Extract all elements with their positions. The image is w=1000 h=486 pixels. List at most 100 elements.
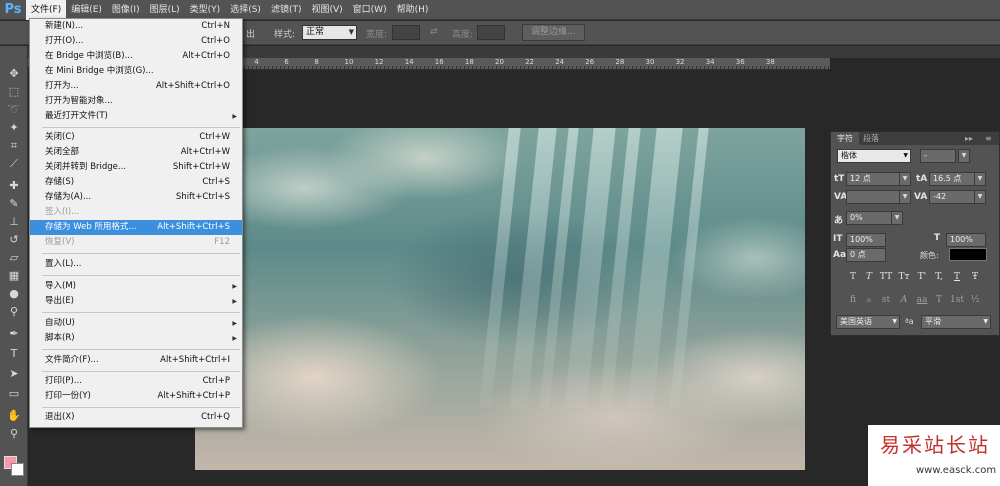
menu-item-print[interactable]: 打印(P)... Ctrl+P — [30, 374, 242, 389]
vertical-scale-input[interactable]: 100% — [846, 233, 886, 247]
strikethrough-button[interactable]: Ŧ — [968, 271, 982, 283]
chevron-down-icon[interactable]: ▼ — [899, 190, 911, 204]
menu-item-close[interactable]: 关闭(C) Ctrl+W — [30, 130, 242, 145]
kerning-input[interactable] — [846, 190, 900, 204]
refine-edge-button[interactable]: 调整边缘... — [522, 24, 585, 41]
faux-bold-button[interactable]: T — [846, 271, 860, 283]
menu-item-recent-files[interactable]: 最近打开文件(T) ▶ — [30, 109, 242, 124]
eraser-tool-icon[interactable]: ▱ — [6, 250, 22, 266]
menu-item-print-one-copy[interactable]: 打印一份(Y) Alt+Shift+Ctrl+P — [30, 389, 242, 404]
menu-item-file-info[interactable]: 文件简介(F)... Alt+Shift+Ctrl+I — [30, 353, 242, 368]
menu-item-save-for-web[interactable]: 存储为 Web 所用格式... Alt+Shift+Ctrl+S — [30, 220, 242, 235]
menu-item-place[interactable]: 置入(L)... — [30, 257, 242, 272]
font-style-select[interactable]: - — [920, 149, 956, 163]
menu-item-new[interactable]: 新建(N)... Ctrl+N — [30, 19, 242, 34]
width-input[interactable] — [392, 25, 420, 40]
menu-item-scripts[interactable]: 脚本(R) ▶ — [30, 331, 242, 346]
collapse-panel-icon[interactable]: ▸▸ — [963, 132, 975, 145]
chevron-down-icon[interactable]: ▼ — [974, 172, 986, 186]
stylistic-alternates-button[interactable]: aa — [915, 294, 929, 306]
brush-tool-icon[interactable]: ✎ — [6, 196, 22, 212]
hand-tool-icon[interactable]: ✋ — [6, 408, 22, 424]
menu-item-open-as[interactable]: 打开为... Alt+Shift+Ctrl+O — [30, 79, 242, 94]
style-select[interactable]: 正常 ▼ — [302, 25, 357, 40]
menu-layer[interactable]: 图层(L) — [145, 0, 185, 20]
small-caps-button[interactable]: Tт — [897, 271, 911, 283]
old-style-button[interactable]: ℴ — [862, 294, 876, 306]
menu-help[interactable]: 帮助(H) — [392, 0, 434, 20]
options-partial-label: 出 — [246, 30, 256, 40]
subscript-button[interactable]: T, — [932, 271, 946, 283]
menu-item-save-as[interactable]: 存储为(A)... Shift+Ctrl+S — [30, 190, 242, 205]
dodge-tool-icon[interactable]: ⚲ — [6, 304, 22, 320]
chevron-down-icon[interactable]: ▼ — [891, 211, 903, 225]
tracking-input[interactable]: -42 — [929, 190, 975, 204]
history-brush-tool-icon[interactable]: ↺ — [6, 232, 22, 248]
tsume-input[interactable]: 0% — [846, 211, 892, 225]
height-input[interactable] — [477, 25, 505, 40]
crop-tool-icon[interactable]: ⌗ — [6, 138, 22, 154]
ligatures-button[interactable]: ﬁ — [846, 294, 860, 306]
chevron-down-icon[interactable]: ▼ — [958, 149, 970, 163]
swap-icon[interactable]: ⇄ — [430, 27, 438, 37]
menu-item-automate[interactable]: 自动(U) ▶ — [30, 316, 242, 331]
blur-tool-icon[interactable]: ● — [6, 286, 22, 302]
underline-button[interactable]: T — [950, 271, 964, 283]
zoom-tool-icon[interactable]: ⚲ — [6, 426, 22, 442]
menu-image[interactable]: 图像(I) — [107, 0, 145, 20]
menu-item-save[interactable]: 存储(S) Ctrl+S — [30, 175, 242, 190]
menu-item-open-smart-object[interactable]: 打开为智能对象... — [30, 94, 242, 109]
menu-separator — [42, 127, 240, 128]
discretionary-ligatures-button[interactable]: st — [879, 294, 893, 306]
faux-italic-button[interactable]: T — [862, 271, 876, 283]
menu-window[interactable]: 窗口(W) — [348, 0, 392, 20]
titling-alternates-button[interactable]: T — [932, 294, 946, 306]
panel-menu-icon[interactable]: ≡ — [983, 132, 994, 145]
clone-stamp-tool-icon[interactable]: ⊥ — [6, 214, 22, 230]
document-canvas[interactable] — [195, 128, 805, 470]
antialias-select[interactable]: 平滑 ▼ — [921, 315, 991, 329]
text-color-swatch[interactable] — [949, 248, 987, 261]
pen-tool-icon[interactable]: ✒ — [6, 326, 22, 342]
rectangle-tool-icon[interactable]: ▭ — [6, 386, 22, 402]
leading-input[interactable]: 16.5 点 — [929, 172, 975, 186]
magic-wand-tool-icon[interactable]: ✦ — [6, 120, 22, 136]
menu-item-export[interactable]: 导出(E) ▶ — [30, 294, 242, 309]
move-tool-icon[interactable]: ✥ — [6, 66, 22, 82]
menu-file[interactable]: 文件(F) — [26, 0, 67, 20]
menu-item-open[interactable]: 打开(O)... Ctrl+O — [30, 34, 242, 49]
ordinals-button[interactable]: 1st — [950, 294, 964, 306]
superscript-button[interactable]: T' — [915, 271, 929, 283]
eyedropper-tool-icon[interactable]: ⟋ — [6, 156, 22, 172]
tab-paragraph[interactable]: 段落 — [857, 132, 885, 145]
baseline-shift-input[interactable]: 0 点 — [846, 248, 886, 262]
chevron-down-icon[interactable]: ▼ — [899, 172, 911, 186]
all-caps-button[interactable]: TT — [879, 271, 893, 283]
fractions-button[interactable]: ½ — [968, 294, 982, 306]
menu-edit[interactable]: 编辑(E) — [66, 0, 107, 20]
menu-item-browse-bridge[interactable]: 在 Bridge 中浏览(B)... Alt+Ctrl+O — [30, 49, 242, 64]
font-family-select[interactable]: 楷体 ▼ — [837, 149, 911, 163]
tab-character[interactable]: 字符 — [831, 132, 859, 145]
swash-button[interactable]: A — [897, 294, 911, 306]
marquee-tool-icon[interactable]: ⬚ — [6, 84, 22, 100]
horizontal-scale-input[interactable]: 100% — [946, 233, 986, 247]
path-selection-tool-icon[interactable]: ➤ — [6, 366, 22, 382]
language-select[interactable]: 美国英语 ▼ — [836, 315, 900, 329]
font-size-input[interactable]: 12 点 — [846, 172, 900, 186]
gradient-tool-icon[interactable]: ▦ — [6, 268, 22, 284]
menu-item-browse-mini-bridge[interactable]: 在 Mini Bridge 中浏览(G)... — [30, 64, 242, 79]
menu-view[interactable]: 视图(V) — [306, 0, 347, 20]
menu-item-close-all[interactable]: 关闭全部 Alt+Ctrl+W — [30, 145, 242, 160]
chevron-down-icon[interactable]: ▼ — [974, 190, 986, 204]
menu-filter[interactable]: 滤镜(T) — [266, 0, 307, 20]
menu-item-close-go-bridge[interactable]: 关闭并转到 Bridge... Shift+Ctrl+W — [30, 160, 242, 175]
background-color-swatch[interactable] — [11, 463, 24, 476]
menu-type[interactable]: 类型(Y) — [185, 0, 226, 20]
menu-select[interactable]: 选择(S) — [225, 0, 266, 20]
healing-brush-tool-icon[interactable]: ✚ — [6, 178, 22, 194]
menu-item-exit[interactable]: 退出(X) Ctrl+Q — [30, 410, 242, 425]
menu-item-import[interactable]: 导入(M) ▶ — [30, 279, 242, 294]
type-tool-icon[interactable]: T — [6, 346, 22, 362]
lasso-tool-icon[interactable]: ➰ — [6, 102, 22, 118]
